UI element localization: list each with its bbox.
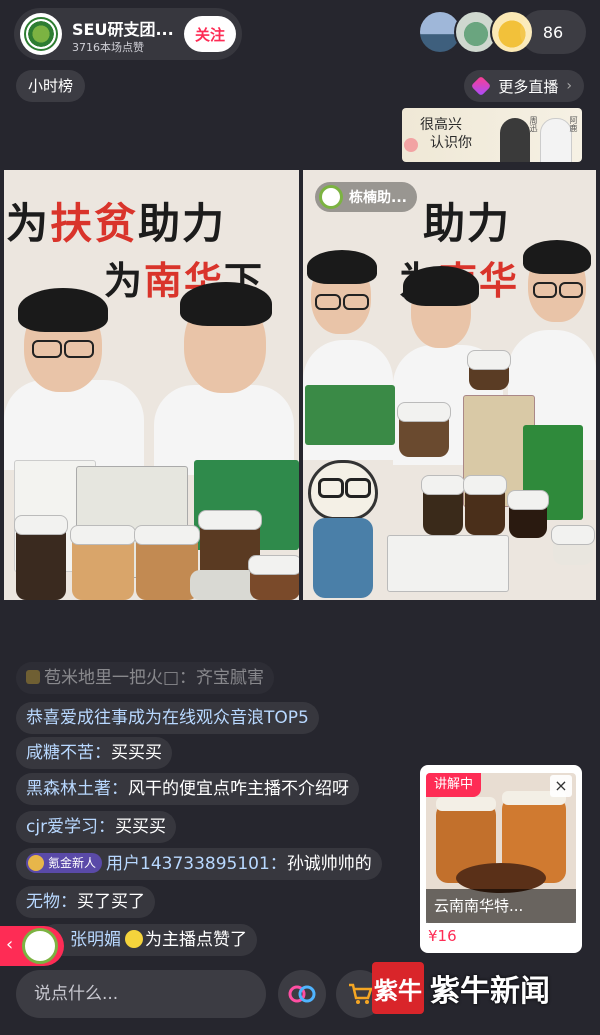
news-watermark: 紫牛 紫牛新闻 [372,958,550,1018]
chat-message: 氪金新人 用户143733895101：孙诚帅帅的 [16,848,382,880]
watermark-text: 紫牛新闻 [430,974,550,1009]
banner-person [500,118,530,162]
more-live-label: 更多直播 [498,77,559,96]
chat-message: 苞米地里一把火□：齐宝腻害 [16,662,274,694]
corn-icon [26,670,40,684]
hour-rank-button[interactable]: 小时榜 [16,70,86,102]
guest-tag[interactable]: 栋楠助... [315,182,417,212]
follow-button[interactable]: 关注 [184,16,236,52]
product-price: ¥16 [428,927,457,945]
banner-name: 周迅 [529,116,538,132]
chevron-right-icon: › [566,78,572,94]
comment-input[interactable]: 说点什么... [16,970,266,1018]
close-icon[interactable]: × [550,775,572,797]
new-user-badge: 氪金新人 [26,853,103,873]
slogan: 助力 [423,199,512,248]
link-button[interactable] [278,970,326,1018]
link-icon [288,985,316,1003]
viewer-count[interactable]: 86 [520,10,586,54]
person [4,380,144,470]
banner-name: 阿鹿 [569,116,578,132]
more-live-button[interactable]: 更多直播 › [464,70,584,102]
product-card[interactable]: 讲解中 × 云南南华特... ¥16 [420,765,582,953]
guest-video[interactable]: 助力 为南华 栋楠助... [303,170,596,600]
banner-text: 很高兴 认识你 [420,117,472,151]
slogan: 为扶贫助力 [6,199,227,248]
host-info-pill[interactable]: SEU研支团... 3716本场点赞 关注 [14,8,242,60]
chat-message: 咸糖不苦：买买买 [16,737,172,769]
host-avatar[interactable] [20,13,62,55]
side-host-switch[interactable]: ‹ [0,926,64,966]
chat-message: 张明媚 为主播点赞了 [40,924,257,956]
lemon-icon [125,930,143,948]
chat-message: 无物：买了买了 [16,886,155,918]
chat-message: 恭喜爱成往事成为在线观众音浪TOP5 [16,702,319,734]
chat-message: cjr爱学习：买买买 [16,811,177,843]
flower-icon [404,138,418,152]
chevron-left-icon: ‹ [6,934,14,955]
explaining-badge: 讲解中 [426,773,482,797]
product-title: 云南南华特... [426,889,576,923]
guest-avatar [319,185,343,209]
cart-icon [349,983,373,1004]
host-avatar-small [22,928,58,964]
watermark-logo: 紫牛 [372,962,424,1014]
badge-icon [28,855,44,871]
chat-message: 黑森林土著：风干的便宜点咋主播不介绍呀 [16,773,359,805]
host-name: SEU研支团... [72,20,174,39]
mascot-figure [303,460,383,600]
host-likes: 3716本场点赞 [72,41,144,54]
gem-icon [471,75,492,97]
promo-banner[interactable]: 很高兴 认识你 周迅 阿鹿 [402,108,582,162]
host-video[interactable]: 为扶贫助力 为南华下 [4,170,299,600]
